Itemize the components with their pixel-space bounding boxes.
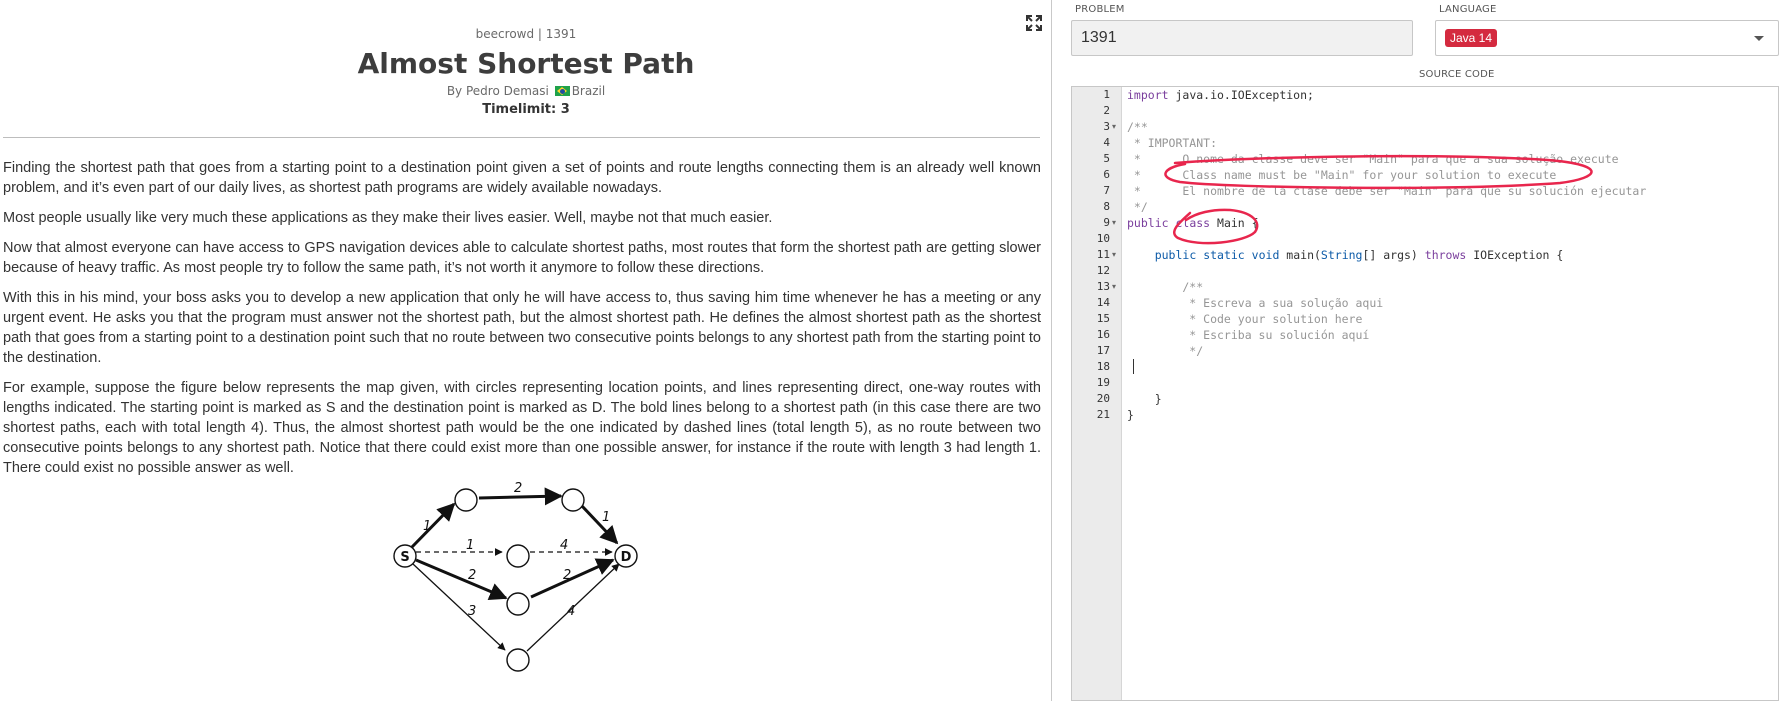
graph-node xyxy=(454,488,478,512)
line-number: 17 xyxy=(1096,344,1110,357)
line-number: 4 xyxy=(1103,136,1110,149)
edge-weight: 3 xyxy=(468,604,476,619)
code-line: } xyxy=(1127,408,1134,422)
edge-weight: 2 xyxy=(563,568,571,583)
description-paragraph: For example, suppose the figure below re… xyxy=(3,380,1041,476)
author-name: By Pedro Demasi xyxy=(446,84,549,98)
graph-node xyxy=(561,488,585,512)
description-paragraph: Finding the shortest path that goes from… xyxy=(3,160,1041,196)
line-number: 2 xyxy=(1103,104,1110,117)
code-line: public class Main { xyxy=(1127,216,1259,230)
line-number: 9 xyxy=(1103,216,1110,229)
problem-description: Finding the shortest path that goes from… xyxy=(3,158,1041,488)
edge-weight: 4 xyxy=(560,538,568,553)
language-select[interactable]: Java 14 xyxy=(1435,20,1779,56)
line-number: 20 xyxy=(1096,392,1110,405)
edge-weight: 2 xyxy=(468,568,476,583)
line-number: 18 xyxy=(1096,360,1110,373)
line-number: 16 xyxy=(1096,328,1110,341)
line-number: 6 xyxy=(1103,168,1110,181)
code-line: * Code your solution here xyxy=(1127,312,1363,326)
edge-weight: 2 xyxy=(514,482,522,496)
header-divider xyxy=(3,137,1040,138)
code-line: * El nombre de la clase debe ser "Main" … xyxy=(1127,184,1647,198)
edge-weight: 4 xyxy=(567,604,575,619)
fold-arrow-icon[interactable]: ▾ xyxy=(1112,215,1116,231)
problem-title: Almost Shortest Path xyxy=(357,47,695,80)
line-number: 13 xyxy=(1096,280,1110,293)
edge-weight: 1 xyxy=(423,519,431,534)
code-line: /** xyxy=(1127,120,1148,134)
dest-node-label: D xyxy=(621,550,632,565)
code-line: * O nome da classe deve ser "Main" para … xyxy=(1127,152,1619,166)
line-number: 15 xyxy=(1096,312,1110,325)
graph-figure: S D 1 2 1 1 4 2 2 3 4 xyxy=(393,482,638,672)
source-code-label: SOURCE CODE xyxy=(1419,69,1495,80)
code-line: * Class name must be "Main" for your sol… xyxy=(1127,168,1557,182)
chevron-down-icon[interactable] xyxy=(1754,36,1764,41)
edge-weight: 1 xyxy=(466,538,474,553)
description-paragraph: Most people usually like very much these… xyxy=(3,210,773,226)
description-paragraph: Now that almost everyone can have access… xyxy=(3,240,1041,276)
line-number: 11 xyxy=(1096,248,1110,261)
line-number-gutter: 1 2 3 4 5 6 7 8 9 10 11 12 13 14 15 16 1… xyxy=(1072,87,1122,700)
line-number: 12 xyxy=(1096,264,1110,277)
line-number: 21 xyxy=(1096,408,1110,421)
fold-arrow-icon[interactable]: ▾ xyxy=(1112,279,1116,295)
line-number: 7 xyxy=(1103,184,1110,197)
language-field-label: LANGUAGE xyxy=(1439,4,1497,15)
text-cursor xyxy=(1133,359,1134,374)
language-selected-tag: Java 14 xyxy=(1445,29,1498,47)
description-paragraph: With this in his mind, your boss asks yo… xyxy=(3,290,1041,366)
code-line: } xyxy=(1127,392,1162,406)
graph-node xyxy=(506,544,530,568)
code-line: * IMPORTANT: xyxy=(1127,136,1218,150)
start-node-label: S xyxy=(400,550,409,565)
brazil-flag-icon xyxy=(554,86,570,96)
code-line: */ xyxy=(1127,200,1148,214)
line-number: 14 xyxy=(1096,296,1110,309)
line-number: 5 xyxy=(1103,152,1110,165)
code-line: */ xyxy=(1127,344,1204,358)
problem-panel: beecrowd | 1391 Almost Shortest Path By … xyxy=(0,0,1052,701)
fold-arrow-icon[interactable]: ▾ xyxy=(1112,119,1116,135)
graph-node xyxy=(506,592,530,616)
graph-node xyxy=(506,648,530,672)
problem-header: beecrowd | 1391 Almost Shortest Path By … xyxy=(0,26,1051,118)
code-line: /** xyxy=(1127,280,1204,294)
fold-arrow-icon[interactable]: ▾ xyxy=(1112,247,1116,263)
line-number: 8 xyxy=(1103,200,1110,213)
problem-field-label: PROBLEM xyxy=(1075,4,1125,15)
code-line: public static void main(String[] args) t… xyxy=(1154,248,1564,262)
code-line: * Escreva a sua solução aqui xyxy=(1127,296,1384,310)
problem-source: beecrowd | 1391 xyxy=(475,27,577,41)
problem-number-input[interactable] xyxy=(1071,20,1413,56)
edge-weight: 1 xyxy=(602,510,610,525)
line-number: 19 xyxy=(1096,376,1110,389)
code-line: import java.io.IOException; xyxy=(1127,88,1314,102)
author-country: Brazil xyxy=(571,84,606,98)
line-number: 10 xyxy=(1096,232,1110,245)
code-editor[interactable]: 1 2 3 4 5 6 7 8 9 10 11 12 13 14 15 16 1… xyxy=(1071,86,1779,701)
line-number: 3 xyxy=(1103,120,1110,133)
timelimit: Timelimit: 3 xyxy=(482,102,570,117)
author-line: By Pedro Demasi Brazil xyxy=(0,83,1051,99)
line-number: 1 xyxy=(1103,88,1110,101)
code-line: * Escriba su solución aquí xyxy=(1127,328,1370,342)
